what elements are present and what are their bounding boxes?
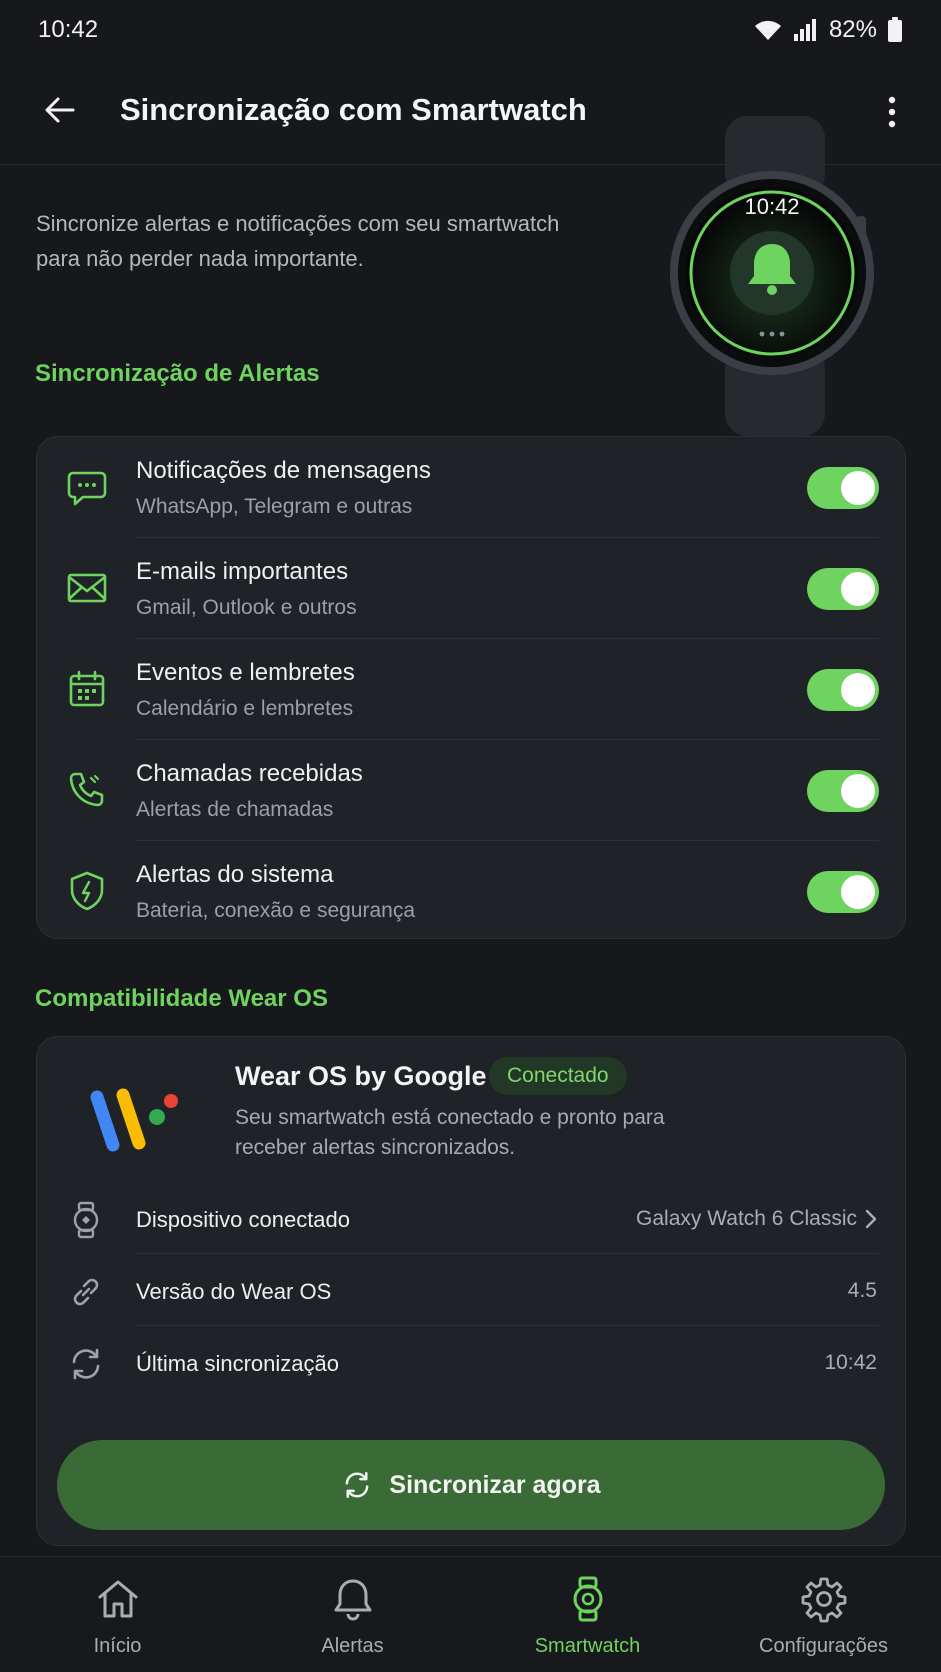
intro-text: Sincronize alertas e notificações com se… [36,211,560,271]
emails-toggle[interactable] [807,568,879,610]
chat-icon [67,471,107,506]
alert-row-calls: Chamadas recebidas Alertas de chamadas [37,740,905,841]
toggle-knob [841,875,875,909]
smartwatch-illustration: 10:42 [660,116,890,436]
sync-now-button[interactable]: Sincronizar agora [57,1440,885,1530]
info-label: Versão do Wear OS [136,1279,332,1304]
toggle-knob [841,673,875,707]
toggle-knob [841,572,875,606]
watch-face-time: 10:42 [744,194,800,219]
toggle-knob [841,774,875,808]
alert-title: Chamadas recebidas [136,760,363,787]
sync-icon [72,1348,100,1380]
alert-row-messages: Notificações de mensagens WhatsApp, Tele… [37,437,905,538]
nav-label: Smartwatch [534,1635,641,1657]
alert-subtitle: Alertas de chamadas [136,798,334,821]
alert-title: Eventos e lembretes [136,659,355,686]
toggle-knob [841,471,875,505]
chevron-right-icon [865,1209,877,1229]
sync-now-label: Sincronizar agora [389,1470,601,1499]
wear-section-title: Compatibilidade Wear OS [35,985,328,1012]
gear-icon [801,1577,846,1623]
alert-subtitle: Gmail, Outlook e outros [136,596,357,619]
device-name: Galaxy Watch 6 Classic [636,1207,857,1230]
info-label: Última sincronização [136,1351,339,1376]
nav-item-home[interactable]: Início [0,1557,235,1672]
arrow-left-icon [45,97,75,123]
nav-item-smartwatch[interactable]: Smartwatch [470,1557,705,1672]
nav-item-settings[interactable]: Configurações [706,1557,941,1672]
last-sync-row: Última sincronização 10:42 [37,1329,905,1397]
info-label: Dispositivo conectado [136,1207,351,1232]
watch-icon [73,1201,99,1239]
messages-toggle[interactable] [807,467,879,509]
alert-title: Notificações de mensagens [136,457,431,484]
mail-icon [67,573,107,603]
alerts-section-title: Sincronização de Alertas [35,360,320,387]
battery-percent: 82% [828,16,877,43]
alert-subtitle: Bateria, conexão e segurança [136,899,416,922]
nav-item-alerts[interactable]: Alertas [235,1557,470,1672]
shield-icon [70,871,104,911]
wear-os-name: Wear OS by Google [235,1061,487,1091]
events-toggle[interactable] [807,669,879,711]
link-icon [73,1278,99,1306]
page-title: Sincronização com Smartwatch [120,92,587,127]
alert-subtitle: WhatsApp, Telegram e outras [136,495,413,518]
alert-title: Alertas do sistema [136,861,334,888]
alert-subtitle: Calendário e lembretes [136,697,354,720]
calls-toggle[interactable] [807,770,879,812]
nav-label: Configurações [759,1635,888,1657]
wifi-icon [754,20,781,40]
status-time: 10:42 [38,16,99,43]
sync-icon [346,1471,369,1499]
wear-version-row: Versão do Wear OS 4.5 [37,1257,905,1325]
connected-device-row[interactable]: Dispositivo conectado Galaxy Watch 6 Cla… [37,1185,905,1253]
nav-label: Alertas [321,1635,384,1657]
home-icon [98,1580,137,1618]
wear-os-logo [90,1088,178,1152]
status-badge: Conectado [489,1057,627,1095]
alerts-card: Notificações de mensagens WhatsApp, Tele… [36,436,906,939]
calendar-icon [69,670,105,707]
battery-icon [888,17,902,42]
wear-os-description: Seu smartwatch está conectado e pronto p… [235,1106,665,1159]
alert-title: E-mails importantes [136,558,349,585]
alert-row-events: Eventos e lembretes Calendário e lembret… [37,639,905,740]
alert-row-emails: E-mails importantes Gmail, Outlook e out… [37,538,905,639]
info-value: Galaxy Watch 6 Classic [636,1207,877,1231]
info-value: 10:42 [824,1351,877,1374]
bottom-navigation: Início Alertas Smartwatch Configurações [0,1556,941,1672]
row-divider [136,1325,879,1326]
row-divider [136,1253,879,1254]
signal-icon [793,19,816,41]
info-value: 4.5 [847,1279,877,1302]
watch-icon [573,1576,602,1622]
system-toggle[interactable] [807,871,879,913]
status-icons: 82% [753,16,903,44]
alert-row-system: Alertas do sistema Bateria, conexão e se… [37,841,905,942]
back-button[interactable] [36,86,84,134]
nav-label: Início [93,1635,142,1657]
bell-icon [334,1579,371,1621]
phone-icon [69,772,104,807]
